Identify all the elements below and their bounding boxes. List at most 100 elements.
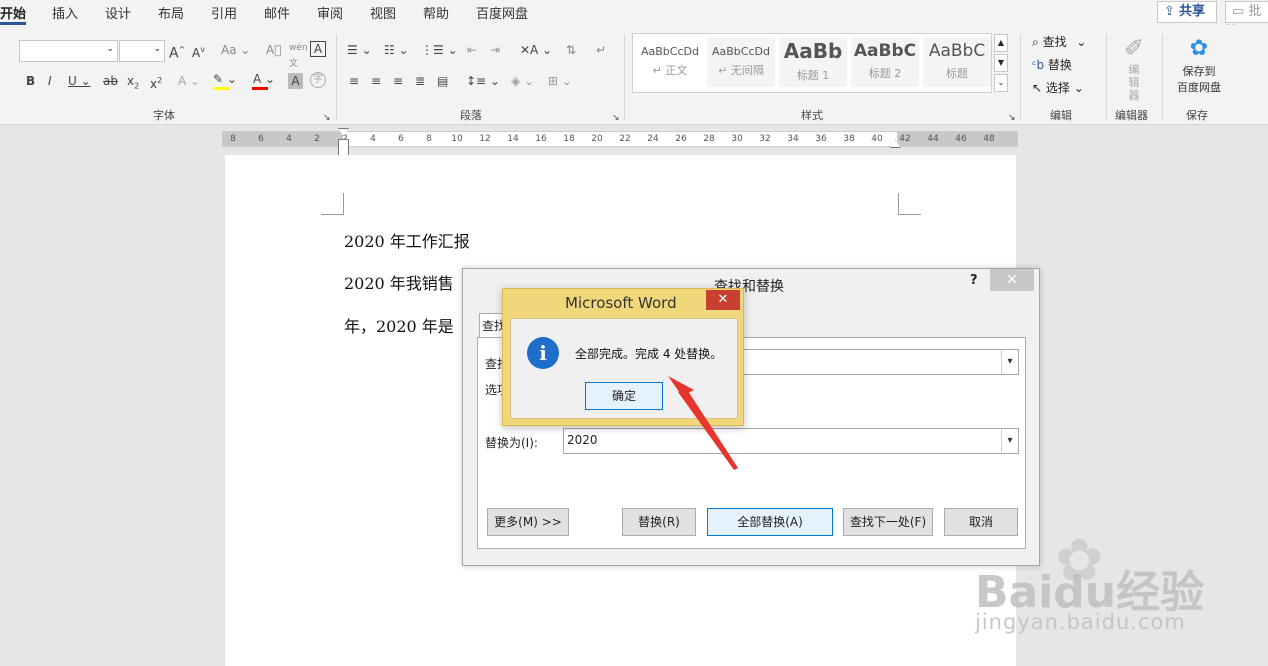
asian-layout-icon[interactable]: ✕A ⌄: [520, 42, 552, 58]
tab-review[interactable]: 审阅: [317, 3, 343, 22]
ruler-tick: 38: [843, 134, 855, 144]
shading-icon[interactable]: ◈ ⌄: [511, 73, 534, 89]
chevron-down-icon[interactable]: ▾: [1001, 350, 1018, 374]
underline-icon[interactable]: U ⌄: [68, 73, 91, 89]
tab-bar: [0, 0, 1268, 25]
font-color-icon[interactable]: A ⌄: [253, 71, 275, 87]
grow-font-icon[interactable]: A^: [169, 42, 185, 62]
subscript-icon[interactable]: x2: [127, 73, 139, 94]
replace-all-button[interactable]: 全部替换(A): [707, 508, 833, 536]
clear-formatting-icon[interactable]: A⃠: [266, 42, 281, 58]
phonetic-guide-icon[interactable]: wén 文: [289, 40, 308, 72]
font-size-combo[interactable]: ⌄: [119, 40, 165, 62]
change-case-icon[interactable]: Aa ⌄: [221, 42, 250, 58]
cloud-icon: ✿: [1189, 36, 1209, 61]
borders-icon[interactable]: ⊞ ⌄: [548, 73, 572, 89]
select-button[interactable]: ↖ 选择 ⌄: [1032, 79, 1084, 96]
tab-mailings[interactable]: 邮件: [264, 3, 290, 22]
highlight-icon[interactable]: ✎ ⌄: [213, 71, 237, 87]
replace-button[interactable]: ᶜb 替换: [1032, 56, 1072, 73]
annotation-arrow: [668, 376, 738, 470]
separator: [1106, 34, 1107, 120]
hanging-indent-marker[interactable]: [338, 139, 349, 156]
replace-icon: ᶜb: [1032, 58, 1045, 72]
more-button[interactable]: 更多(M) >>: [487, 508, 569, 536]
style-heading-2[interactable]: AaBbC 标题 2: [851, 37, 919, 87]
chevron-down-icon[interactable]: ▾: [1001, 429, 1018, 453]
strikethrough-icon[interactable]: ab: [103, 73, 118, 89]
chevron-down-icon: ⌄: [106, 44, 114, 54]
multilevel-list-icon[interactable]: ⋮☰ ⌄: [421, 42, 458, 58]
style-title[interactable]: AaBbC 标题: [923, 37, 991, 87]
styles-scroll-down[interactable]: ▼: [994, 54, 1008, 72]
justify-icon[interactable]: ≣: [415, 73, 425, 89]
sort-icon[interactable]: ⇅: [566, 42, 576, 58]
tab-home[interactable]: 开始: [0, 3, 26, 22]
ruler-tick: 34: [787, 134, 799, 144]
tab-insert[interactable]: 插入: [52, 3, 78, 22]
find-label: 查找: [1042, 35, 1067, 49]
character-shading-icon[interactable]: A: [288, 73, 303, 89]
distributed-icon[interactable]: ▤: [437, 73, 448, 89]
ruler-tick: 42: [899, 134, 911, 144]
close-button[interactable]: ✕: [990, 269, 1034, 291]
replace-with-input[interactable]: 2020 ▾: [563, 428, 1019, 454]
styles-scroll-up[interactable]: ▲: [994, 34, 1008, 52]
arrow-shaft: [678, 388, 738, 470]
align-right-icon[interactable]: ≡: [393, 73, 403, 89]
editor-button[interactable]: ✐ 编辑器: [1114, 33, 1154, 102]
dialog-launcher-icon[interactable]: ↘: [1008, 110, 1016, 126]
ruler-tick: 28: [703, 134, 715, 144]
dialog-launcher-icon[interactable]: ↘: [323, 110, 331, 126]
replace-with-label: 替换为(I):: [485, 436, 538, 450]
show-marks-icon[interactable]: ↵: [596, 42, 606, 58]
tab-layout[interactable]: 布局: [158, 3, 184, 22]
style-normal[interactable]: AaBbCcDd ↵ 正文: [636, 37, 704, 87]
share-button[interactable]: ⇪ 共享: [1157, 1, 1217, 23]
tab-view[interactable]: 视图: [370, 3, 396, 22]
tab-baidu-netdisk[interactable]: 百度网盘: [476, 3, 528, 22]
help-button[interactable]: ?: [970, 273, 978, 288]
style-no-spacing[interactable]: AaBbCcDd ↵ 无间隔: [707, 37, 775, 87]
character-border-icon[interactable]: A: [310, 41, 326, 57]
tab-references[interactable]: 引用: [211, 3, 237, 22]
decrease-indent-icon[interactable]: ⇤: [467, 42, 477, 58]
find-button[interactable]: ⌕ 查找 ⌄: [1032, 33, 1086, 50]
message-box-title: Microsoft Word: [565, 294, 677, 312]
replace-with-value: 2020: [567, 433, 598, 447]
dialog-launcher-icon[interactable]: ↘: [612, 110, 620, 126]
cancel-button[interactable]: 取消: [944, 508, 1018, 536]
replace-button[interactable]: 替换(R): [622, 508, 696, 536]
find-next-button[interactable]: 查找下一处(F): [843, 508, 933, 536]
font-color-bar: [252, 87, 268, 90]
tab-design[interactable]: 设计: [105, 3, 131, 22]
ruler-tick: 30: [731, 134, 743, 144]
style-heading-1[interactable]: AaBb 标题 1: [779, 37, 847, 87]
tab-help[interactable]: 帮助: [423, 3, 449, 22]
comments-button[interactable]: ▭ 批注: [1225, 1, 1268, 39]
bold-icon[interactable]: B: [26, 73, 35, 89]
ruler-tick: 32: [759, 134, 771, 144]
text-effects-icon[interactable]: A ⌄: [178, 73, 200, 89]
ruler-tick: 20: [591, 134, 603, 144]
align-left-icon[interactable]: ≡: [349, 73, 359, 89]
line-spacing-icon[interactable]: ↕≡ ⌄: [466, 73, 500, 89]
ok-button[interactable]: 确定: [585, 382, 663, 410]
font-name-combo[interactable]: ⌄: [19, 40, 118, 62]
highlight-color-bar: [213, 87, 229, 90]
superscript-icon[interactable]: x2: [150, 73, 162, 92]
save-to-netdisk-button[interactable]: ✿ 保存到 百度网盘: [1170, 35, 1228, 95]
message-box-close-button[interactable]: ✕: [706, 290, 740, 310]
styles-expand[interactable]: ⌄: [994, 74, 1008, 92]
ruler-tick: 16: [535, 134, 547, 144]
numbering-icon[interactable]: ☷ ⌄: [384, 42, 409, 58]
increase-indent-icon[interactable]: ⇥: [490, 42, 500, 58]
bullets-icon[interactable]: ☰ ⌄: [347, 42, 372, 58]
select-label: 选择: [1045, 81, 1070, 95]
enclose-characters-icon[interactable]: 字: [310, 72, 326, 88]
align-center-icon[interactable]: ≡: [371, 73, 381, 89]
save-button-line2: 百度网盘: [1177, 81, 1221, 94]
italic-icon[interactable]: I: [48, 73, 52, 89]
shrink-font-icon[interactable]: Av: [192, 42, 205, 61]
chevron-down-icon: ⌄: [153, 44, 161, 54]
